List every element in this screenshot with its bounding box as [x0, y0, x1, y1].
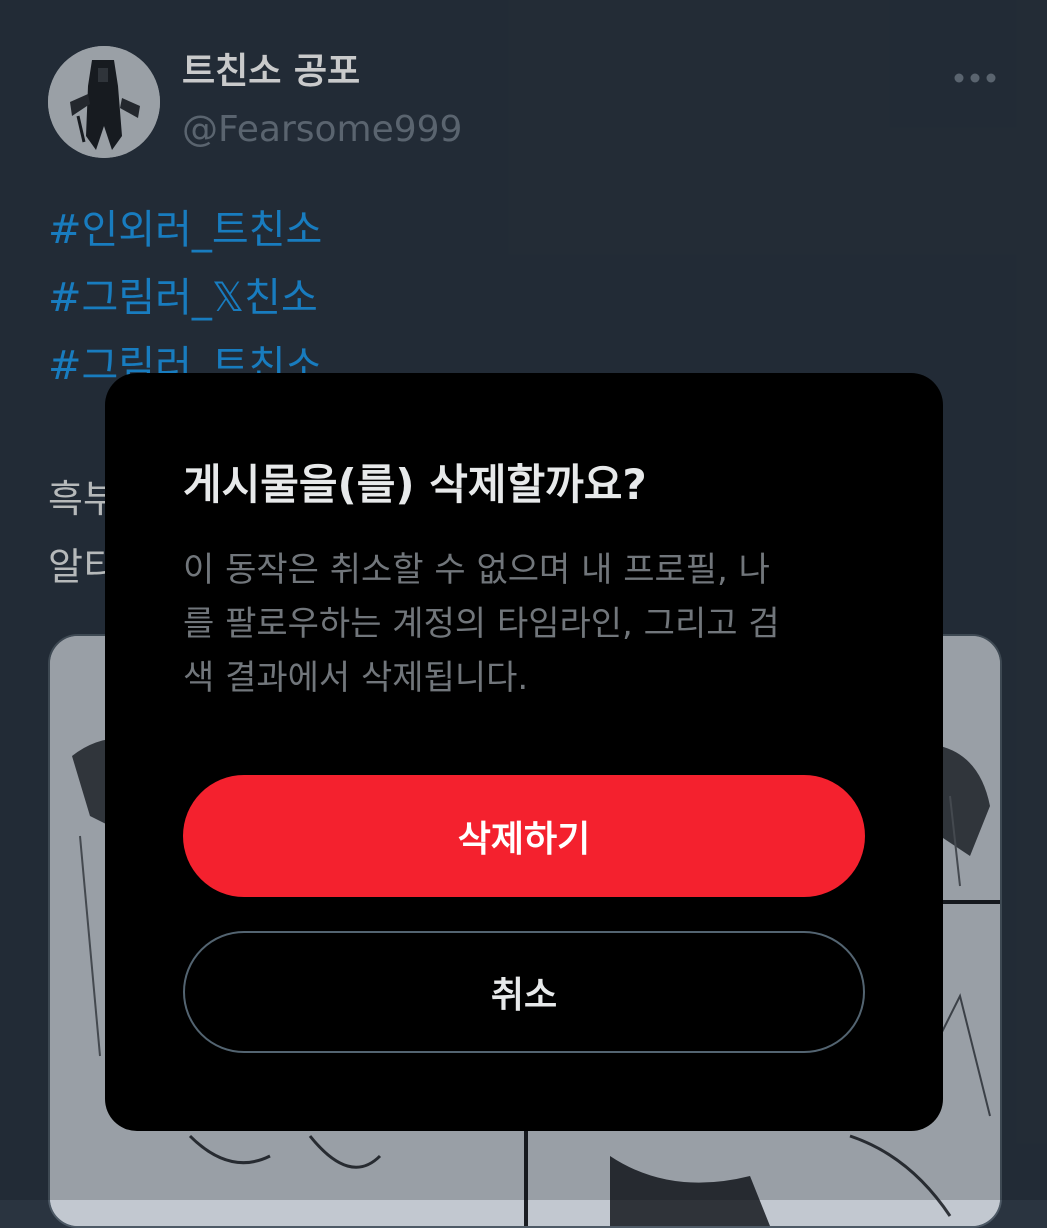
dialog-description: 이 동작은 취소할 수 없으며 내 프로필, 나 를 팔로우하는 계정의 타임라… [183, 543, 873, 705]
dialog-description-line: 를 팔로우하는 계정의 타임라인, 그리고 검 [183, 604, 780, 644]
cancel-button[interactable]: 취소 [183, 931, 865, 1053]
dialog-description-line: 이 동작은 취소할 수 없으며 내 프로필, 나 [183, 550, 770, 590]
dialog-title: 게시물을(를) 삭제할까요? [183, 460, 647, 509]
delete-button[interactable]: 삭제하기 [183, 775, 865, 897]
delete-button-label: 삭제하기 [457, 819, 591, 860]
delete-confirm-dialog: 게시물을(를) 삭제할까요? 이 동작은 취소할 수 없으며 내 프로필, 나 … [105, 373, 943, 1131]
cancel-button-label: 취소 [490, 975, 558, 1016]
dialog-description-line: 색 결과에서 삭제됩니다. [183, 658, 529, 698]
